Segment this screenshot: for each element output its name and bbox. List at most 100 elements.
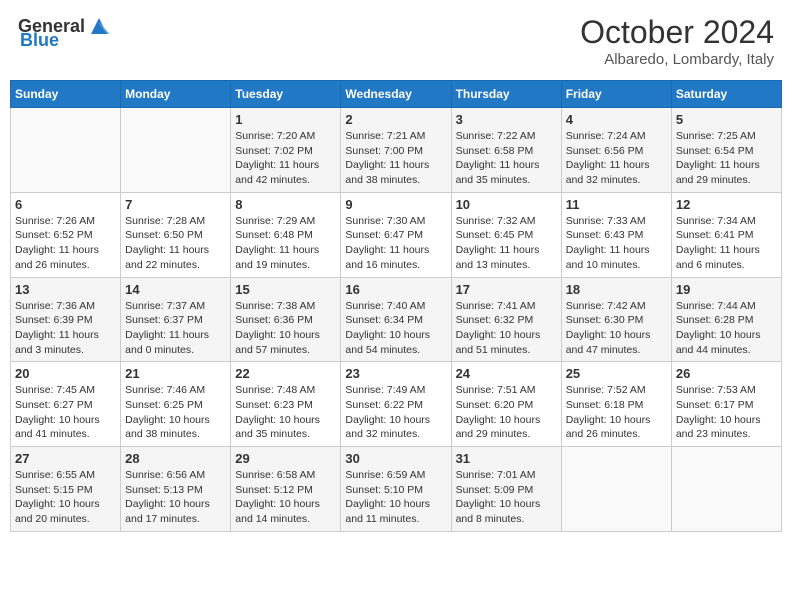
page-header: General Blue October 2024 Albaredo, Lomb… xyxy=(10,10,782,72)
calendar-cell: 27 Sunrise: 6:55 AMSunset: 5:15 PMDayligh… xyxy=(11,447,121,532)
day-info: Sunrise: 7:30 AMSunset: 6:47 PMDaylight:… xyxy=(345,214,446,273)
day-info: Sunrise: 7:29 AMSunset: 6:48 PMDaylight:… xyxy=(235,214,336,273)
day-of-week-friday: Friday xyxy=(561,81,671,108)
day-number: 3 xyxy=(456,112,557,127)
calendar-cell: 16Sunrise: 7:40 AMSunset: 6:34 PMDayligh… xyxy=(341,277,451,362)
day-info: Sunrise: 7:37 AMSunset: 6:37 PMDaylight:… xyxy=(125,299,226,358)
calendar-cell: 10 Sunrise: 7:32 AMSunset: 6:45 PMDayligh… xyxy=(451,192,561,277)
day-info: Sunrise: 7:32 AMSunset: 6:45 PMDaylight:… xyxy=(456,214,557,273)
day-number: 18 xyxy=(566,282,667,297)
day-number: 19 xyxy=(676,282,777,297)
day-number: 14 xyxy=(125,282,226,297)
calendar-cell: 11 Sunrise: 7:33 AMSunset: 6:43 PMDayligh… xyxy=(561,192,671,277)
day-info: Sunrise: 7:24 AMSunset: 6:56 PMDaylight:… xyxy=(566,129,667,188)
calendar-cell: 23 Sunrise: 7:49 AMSunset: 6:22 PMDayligh… xyxy=(341,362,451,447)
day-number: 30 xyxy=(345,451,446,466)
day-number: 23 xyxy=(345,366,446,381)
day-info: Sunrise: 7:28 AMSunset: 6:50 PMDaylight:… xyxy=(125,214,226,273)
day-number: 28 xyxy=(125,451,226,466)
day-number: 17 xyxy=(456,282,557,297)
day-info: Sunrise: 7:33 AMSunset: 6:43 PMDaylight:… xyxy=(566,214,667,273)
day-info: Sunrise: 7:20 AMSunset: 7:02 PMDaylight:… xyxy=(235,129,336,188)
calendar-cell: 17 Sunrise: 7:41 AMSunset: 6:32 PMDayligh… xyxy=(451,277,561,362)
day-number: 21 xyxy=(125,366,226,381)
day-info: Sunrise: 7:22 AMSunset: 6:58 PMDaylight:… xyxy=(456,129,557,188)
day-number: 7 xyxy=(125,197,226,212)
day-info: Sunrise: 6:58 AMSunset: 5:12 PMDaylight:… xyxy=(235,468,336,527)
day-info: Sunrise: 7:49 AMSunset: 6:22 PMDaylight:… xyxy=(345,383,446,442)
day-info: Sunrise: 7:26 AMSunset: 6:52 PMDaylight:… xyxy=(15,214,116,273)
day-info: Sunrise: 7:34 AMSunset: 6:41 PMDaylight:… xyxy=(676,214,777,273)
calendar-cell: 9Sunrise: 7:30 AMSunset: 6:47 PMDaylight… xyxy=(341,192,451,277)
day-number: 25 xyxy=(566,366,667,381)
day-info: Sunrise: 7:36 AMSunset: 6:39 PMDaylight:… xyxy=(15,299,116,358)
day-number: 8 xyxy=(235,197,336,212)
calendar-cell: 6Sunrise: 7:26 AMSunset: 6:52 PMDaylight… xyxy=(11,192,121,277)
day-number: 10 xyxy=(456,197,557,212)
calendar-cell: 14 Sunrise: 7:37 AMSunset: 6:37 PMDayligh… xyxy=(121,277,231,362)
calendar-cell: 21Sunrise: 7:46 AMSunset: 6:25 PMDayligh… xyxy=(121,362,231,447)
week-row-1: 1 Sunrise: 7:20 AMSunset: 7:02 PMDaylight… xyxy=(11,108,782,193)
week-row-3: 13 Sunrise: 7:36 AMSunset: 6:39 PMDayligh… xyxy=(11,277,782,362)
week-row-4: 20Sunrise: 7:45 AMSunset: 6:27 PMDayligh… xyxy=(11,362,782,447)
location-title: Albaredo, Lombardy, Italy xyxy=(580,51,774,68)
calendar-cell: 18 Sunrise: 7:42 AMSunset: 6:30 PMDayligh… xyxy=(561,277,671,362)
calendar-cell: 12Sunrise: 7:34 AMSunset: 6:41 PMDayligh… xyxy=(671,192,781,277)
day-info: Sunrise: 7:01 AMSunset: 5:09 PMDaylight:… xyxy=(456,468,557,527)
day-info: Sunrise: 7:44 AMSunset: 6:28 PMDaylight:… xyxy=(676,299,777,358)
day-number: 29 xyxy=(235,451,336,466)
calendar-cell: 7 Sunrise: 7:28 AMSunset: 6:50 PMDaylight… xyxy=(121,192,231,277)
day-number: 27 xyxy=(15,451,116,466)
day-of-week-thursday: Thursday xyxy=(451,81,561,108)
day-info: Sunrise: 6:55 AMSunset: 5:15 PMDaylight:… xyxy=(15,468,116,527)
calendar-cell xyxy=(121,108,231,193)
calendar-cell: 3 Sunrise: 7:22 AMSunset: 6:58 PMDaylight… xyxy=(451,108,561,193)
day-of-week-wednesday: Wednesday xyxy=(341,81,451,108)
day-of-week-monday: Monday xyxy=(121,81,231,108)
day-info: Sunrise: 7:40 AMSunset: 6:34 PMDaylight:… xyxy=(345,299,446,358)
day-info: Sunrise: 7:41 AMSunset: 6:32 PMDaylight:… xyxy=(456,299,557,358)
title-block: October 2024 Albaredo, Lombardy, Italy xyxy=(580,14,774,68)
day-number: 4 xyxy=(566,112,667,127)
week-row-2: 6Sunrise: 7:26 AMSunset: 6:52 PMDaylight… xyxy=(11,192,782,277)
calendar-cell: 4 Sunrise: 7:24 AMSunset: 6:56 PMDaylight… xyxy=(561,108,671,193)
calendar-cell xyxy=(671,447,781,532)
day-info: Sunrise: 7:38 AMSunset: 6:36 PMDaylight:… xyxy=(235,299,336,358)
day-number: 11 xyxy=(566,197,667,212)
day-number: 1 xyxy=(235,112,336,127)
day-info: Sunrise: 7:42 AMSunset: 6:30 PMDaylight:… xyxy=(566,299,667,358)
day-of-week-tuesday: Tuesday xyxy=(231,81,341,108)
day-info: Sunrise: 7:25 AMSunset: 6:54 PMDaylight:… xyxy=(676,129,777,188)
calendar-cell: 19 Sunrise: 7:44 AMSunset: 6:28 PMDayligh… xyxy=(671,277,781,362)
day-info: Sunrise: 6:59 AMSunset: 5:10 PMDaylight:… xyxy=(345,468,446,527)
calendar-cell: 15 Sunrise: 7:38 AMSunset: 6:36 PMDayligh… xyxy=(231,277,341,362)
day-number: 5 xyxy=(676,112,777,127)
calendar-cell: 31Sunrise: 7:01 AMSunset: 5:09 PMDayligh… xyxy=(451,447,561,532)
day-number: 26 xyxy=(676,366,777,381)
calendar-cell: 20Sunrise: 7:45 AMSunset: 6:27 PMDayligh… xyxy=(11,362,121,447)
logo-icon xyxy=(87,14,111,38)
calendar-cell: 30 Sunrise: 6:59 AMSunset: 5:10 PMDayligh… xyxy=(341,447,451,532)
calendar-cell: 5 Sunrise: 7:25 AMSunset: 6:54 PMDaylight… xyxy=(671,108,781,193)
calendar-cell: 1 Sunrise: 7:20 AMSunset: 7:02 PMDaylight… xyxy=(231,108,341,193)
logo-blue: Blue xyxy=(20,30,59,51)
calendar-table: SundayMondayTuesdayWednesdayThursdayFrid… xyxy=(10,80,782,532)
calendar-cell: 29 Sunrise: 6:58 AMSunset: 5:12 PMDayligh… xyxy=(231,447,341,532)
calendar-cell xyxy=(561,447,671,532)
day-info: Sunrise: 6:56 AMSunset: 5:13 PMDaylight:… xyxy=(125,468,226,527)
calendar-cell: 13 Sunrise: 7:36 AMSunset: 6:39 PMDayligh… xyxy=(11,277,121,362)
day-number: 24 xyxy=(456,366,557,381)
calendar-cell: 25 Sunrise: 7:52 AMSunset: 6:18 PMDayligh… xyxy=(561,362,671,447)
day-number: 13 xyxy=(15,282,116,297)
day-info: Sunrise: 7:45 AMSunset: 6:27 PMDaylight:… xyxy=(15,383,116,442)
day-info: Sunrise: 7:52 AMSunset: 6:18 PMDaylight:… xyxy=(566,383,667,442)
calendar-cell: 28 Sunrise: 6:56 AMSunset: 5:13 PMDayligh… xyxy=(121,447,231,532)
days-of-week-row: SundayMondayTuesdayWednesdayThursdayFrid… xyxy=(11,81,782,108)
day-of-week-saturday: Saturday xyxy=(671,81,781,108)
day-of-week-sunday: Sunday xyxy=(11,81,121,108)
day-number: 15 xyxy=(235,282,336,297)
day-info: Sunrise: 7:53 AMSunset: 6:17 PMDaylight:… xyxy=(676,383,777,442)
calendar-cell: 26 Sunrise: 7:53 AMSunset: 6:17 PMDayligh… xyxy=(671,362,781,447)
calendar-body: 1 Sunrise: 7:20 AMSunset: 7:02 PMDaylight… xyxy=(11,108,782,532)
calendar-cell: 22Sunrise: 7:48 AMSunset: 6:23 PMDayligh… xyxy=(231,362,341,447)
